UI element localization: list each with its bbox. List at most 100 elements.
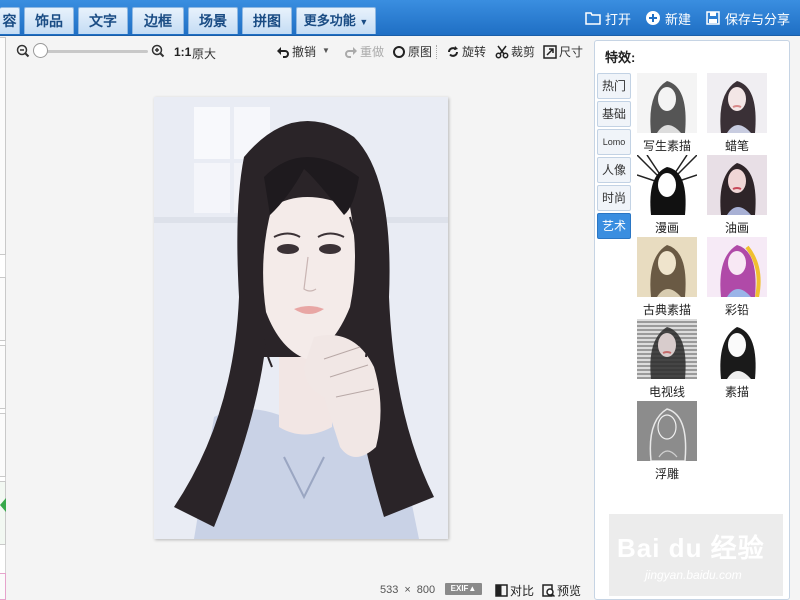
left-panel-edge — [0, 37, 6, 600]
toolbar-divider — [436, 45, 437, 59]
zoom-ratio[interactable]: 1:1 — [174, 45, 191, 59]
effect-label: 浮雕 — [654, 467, 679, 481]
effect-crayon[interactable]: 蜡笔 — [707, 73, 767, 154]
effect-comic[interactable]: 漫画 — [637, 155, 697, 236]
effect-label: 蜡笔 — [724, 139, 749, 153]
redo-button[interactable]: 重做 — [344, 43, 384, 60]
menu-tab-more-features[interactable]: 更多功能 ▼ — [296, 7, 376, 34]
resize-icon — [543, 44, 557, 59]
folder-icon — [585, 12, 601, 25]
times-sign: × — [404, 584, 411, 596]
green-arrow-icon — [0, 498, 6, 512]
undo-label: 撤销 — [292, 45, 317, 59]
original-button[interactable]: 原图 — [392, 43, 432, 60]
effect-tv-lines[interactable]: 电视线 — [637, 319, 697, 400]
size-label: 尺寸 — [559, 45, 584, 59]
editor-toolbar: 1:1 原大 撤销 ▼ 重做 原图 旋转 裁剪 尺寸 — [8, 37, 590, 67]
effects-panel-title: 特效: — [605, 50, 636, 65]
effect-classic-sketch[interactable]: 古典素描 — [637, 237, 697, 318]
undo-icon — [277, 46, 289, 58]
effect-label: 素描 — [724, 385, 749, 399]
rotate-icon — [448, 45, 458, 57]
more-features-label: 更多功能 — [303, 13, 356, 28]
zoom-in-icon[interactable] — [151, 44, 165, 58]
left-panel-segment[interactable] — [0, 573, 6, 600]
new-label: 新建 — [664, 11, 691, 27]
zoom-slider-track[interactable] — [34, 50, 148, 53]
save-share-button[interactable]: 保存与分享 — [705, 9, 790, 28]
effect-label: 古典素描 — [642, 303, 691, 317]
scissors-icon — [495, 45, 509, 58]
undo-button[interactable]: 撤销 — [276, 43, 316, 60]
redo-icon — [345, 46, 357, 58]
status-bar: 533 × 800 EXIF▲ 对比 预览 — [8, 578, 590, 600]
effect-sketch-life[interactable]: 写生素描 — [637, 73, 697, 154]
effect-label: 彩铅 — [724, 303, 749, 317]
tab-basic[interactable]: 基础 — [597, 101, 631, 127]
save-icon — [706, 11, 720, 25]
left-panel-segment[interactable] — [0, 413, 6, 477]
effect-thumbnail — [637, 319, 697, 379]
undo-dropdown-icon[interactable]: ▼ — [322, 46, 330, 55]
effect-label: 电视线 — [648, 385, 685, 399]
image-height: 800 — [416, 584, 436, 596]
tab-hot[interactable]: 热门 — [597, 73, 631, 99]
chevron-down-icon: ▼ — [359, 17, 369, 27]
effect-thumbnail — [637, 237, 697, 297]
open-label: 打开 — [604, 11, 631, 27]
tab-fashion[interactable]: 时尚 — [597, 185, 631, 211]
exif-button[interactable]: EXIF▲ — [445, 583, 482, 595]
zoom-out-icon[interactable] — [16, 44, 30, 58]
effect-thumbnail — [637, 155, 697, 215]
effect-thumbnail — [707, 237, 767, 297]
zoom-slider-thumb[interactable] — [33, 43, 48, 58]
preview-button[interactable]: 预览 — [542, 582, 581, 599]
editing-canvas[interactable] — [8, 67, 590, 578]
edited-photo[interactable] — [154, 97, 448, 539]
menu-tab-partial[interactable]: 容 — [0, 7, 20, 34]
rotate-button[interactable]: 旋转 — [446, 43, 486, 60]
preview-icon — [542, 584, 555, 597]
circle-icon — [393, 45, 405, 58]
menu-tab-text[interactable]: 文字 — [78, 7, 128, 34]
open-button[interactable]: 打开 — [585, 9, 631, 28]
sketch-portrait-image — [154, 97, 448, 539]
watermark-main-text: Bai du 经验 — [617, 533, 765, 563]
effect-emboss[interactable]: 浮雕 — [637, 401, 697, 482]
compare-button[interactable]: 对比 — [495, 582, 534, 599]
effect-thumbnail — [707, 155, 767, 215]
size-button[interactable]: 尺寸 — [543, 43, 583, 60]
baidu-watermark: Bai du 经验 jingyan.baidu.com — [609, 514, 783, 596]
new-button[interactable]: 新建 — [645, 9, 691, 28]
left-panel-segment[interactable] — [0, 277, 6, 341]
effect-thumbnail — [707, 73, 767, 133]
preview-label: 预览 — [557, 584, 582, 598]
image-dimensions: 533 × 800 — [380, 584, 435, 596]
tab-lomo[interactable]: Lomo — [597, 129, 631, 155]
tab-art[interactable]: 艺术 — [597, 213, 631, 239]
top-actions: 打开 新建 保存与分享 — [585, 0, 790, 36]
effect-label: 漫画 — [654, 221, 679, 235]
effect-pencil-sketch[interactable]: 素描 — [707, 319, 767, 400]
original-size-button[interactable]: 原大 — [192, 45, 216, 62]
crop-label: 裁剪 — [511, 45, 536, 59]
effect-thumbnail — [707, 319, 767, 379]
menu-tab-decorations[interactable]: 饰品 — [24, 7, 74, 34]
left-panel-segment — [0, 37, 6, 255]
top-bar: 容 饰品 文字 边框 场景 拼图 更多功能 ▼ 打开 新建 保存与分享 — [0, 0, 800, 36]
image-width: 533 — [380, 584, 399, 596]
effect-label: 写生素描 — [642, 139, 691, 153]
left-panel-segment[interactable] — [0, 345, 6, 409]
effect-color-pencil[interactable]: 彩铅 — [707, 237, 767, 318]
menu-tab-collage[interactable]: 拼图 — [242, 7, 292, 34]
compare-label: 对比 — [510, 584, 535, 598]
original-label: 原图 — [408, 45, 433, 59]
tab-portrait[interactable]: 人像 — [597, 157, 631, 183]
menu-tab-scene[interactable]: 场景 — [188, 7, 238, 34]
crop-button[interactable]: 裁剪 — [495, 43, 535, 60]
left-panel-segment[interactable] — [0, 481, 6, 545]
save-share-label: 保存与分享 — [724, 11, 790, 27]
effect-thumbnail — [637, 73, 697, 133]
effect-oil-painting[interactable]: 油画 — [707, 155, 767, 236]
menu-tab-frame[interactable]: 边框 — [132, 7, 184, 34]
